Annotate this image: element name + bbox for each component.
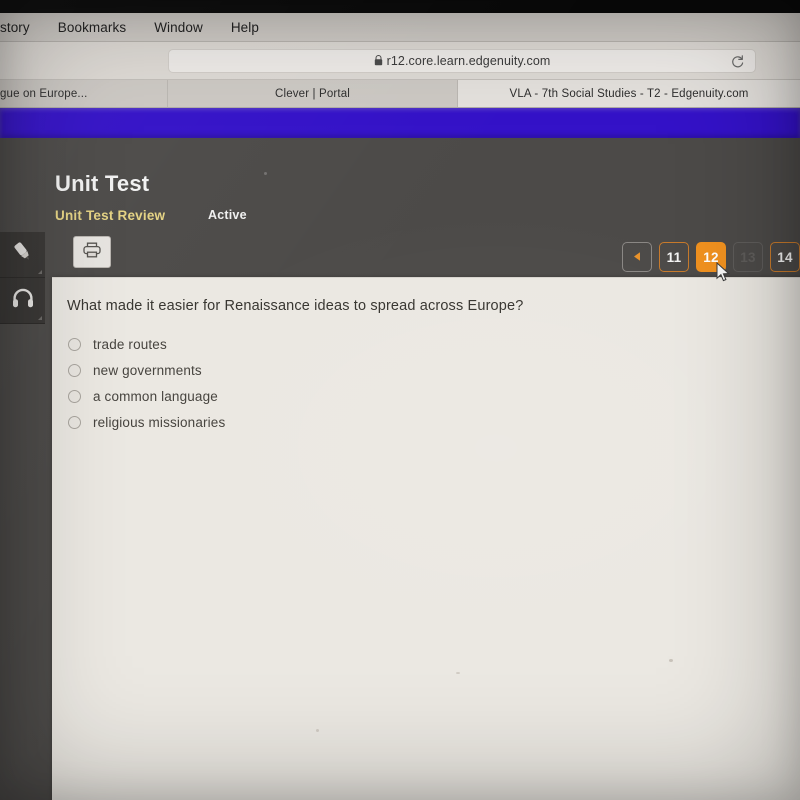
site-header-banner	[0, 108, 800, 138]
highlighter-icon	[10, 239, 36, 270]
highlighter-tool-button[interactable]	[0, 232, 45, 278]
printer-icon	[82, 241, 102, 264]
status-badge: Active	[208, 208, 247, 222]
radio-button-icon[interactable]	[68, 363, 81, 377]
address-bar-text: r12.core.learn.edgenuity.com	[374, 54, 551, 68]
app-body: Unit Test Unit Test Review Active 11 12 …	[0, 138, 800, 800]
answer-option-1[interactable]: trade routes	[68, 331, 488, 357]
tool-corner-marker	[38, 316, 42, 320]
question-card: What made it easier for Renaissance idea…	[52, 277, 800, 800]
answer-option-label: trade routes	[93, 336, 167, 352]
radio-button-icon[interactable]	[68, 415, 81, 429]
menu-help[interactable]: Help	[217, 20, 273, 35]
browser-tab-3-active[interactable]: VLA - 7th Social Studies - T2 - Edgenuit…	[458, 80, 800, 107]
address-bar-url: r12.core.learn.edgenuity.com	[386, 54, 551, 68]
page-title: Unit Test	[55, 171, 150, 196]
tool-corner-marker	[38, 270, 42, 274]
radio-button-icon[interactable]	[68, 389, 81, 403]
question-text: What made it easier for Renaissance idea…	[67, 298, 524, 314]
screen-photo: story Bookmarks Window Help r12.core.lea…	[0, 0, 800, 800]
browser-tab-1[interactable]: gue on Europe...	[0, 80, 168, 107]
read-aloud-tool-button[interactable]	[0, 278, 45, 324]
pagination-page-13-disabled: 13	[733, 242, 763, 272]
answer-option-label: a common language	[93, 388, 218, 404]
menu-history[interactable]: story	[0, 20, 44, 35]
answer-option-2[interactable]: new governments	[68, 357, 488, 383]
print-button[interactable]	[73, 236, 111, 268]
pagination-page-14[interactable]: 14	[770, 242, 800, 272]
address-bar[interactable]: r12.core.learn.edgenuity.com	[168, 49, 756, 73]
question-pagination: 11 12 13 14	[622, 242, 800, 272]
reload-icon[interactable]	[730, 54, 745, 69]
browser-tab-2[interactable]: Clever | Portal	[168, 80, 458, 107]
pagination-page-12-active[interactable]: 12	[696, 242, 726, 272]
pagination-prev-button[interactable]	[622, 242, 652, 272]
browser-toolbar: r12.core.learn.edgenuity.com	[0, 42, 800, 80]
answer-option-label: new governments	[93, 362, 202, 378]
macos-menu-bar: story Bookmarks Window Help	[0, 13, 800, 42]
answer-option-label: religious missionaries	[93, 414, 226, 430]
answer-option-4[interactable]: religious missionaries	[68, 409, 488, 435]
assignment-subtitle: Unit Test Review	[55, 208, 166, 223]
triangle-left-icon	[632, 250, 642, 265]
menu-window[interactable]: Window	[140, 20, 217, 35]
answer-options-list: trade routes new governments a common la…	[68, 331, 488, 435]
pagination-page-11[interactable]: 11	[659, 242, 689, 272]
screen-bezel-top	[0, 0, 800, 13]
headphones-icon	[10, 285, 36, 316]
radio-button-icon[interactable]	[68, 337, 81, 351]
menu-bookmarks[interactable]: Bookmarks	[44, 20, 140, 35]
lock-icon	[374, 55, 383, 69]
tool-rail	[0, 232, 45, 324]
tab-strip: gue on Europe... Clever | Portal VLA - 7…	[0, 80, 800, 108]
answer-option-3[interactable]: a common language	[68, 383, 488, 409]
